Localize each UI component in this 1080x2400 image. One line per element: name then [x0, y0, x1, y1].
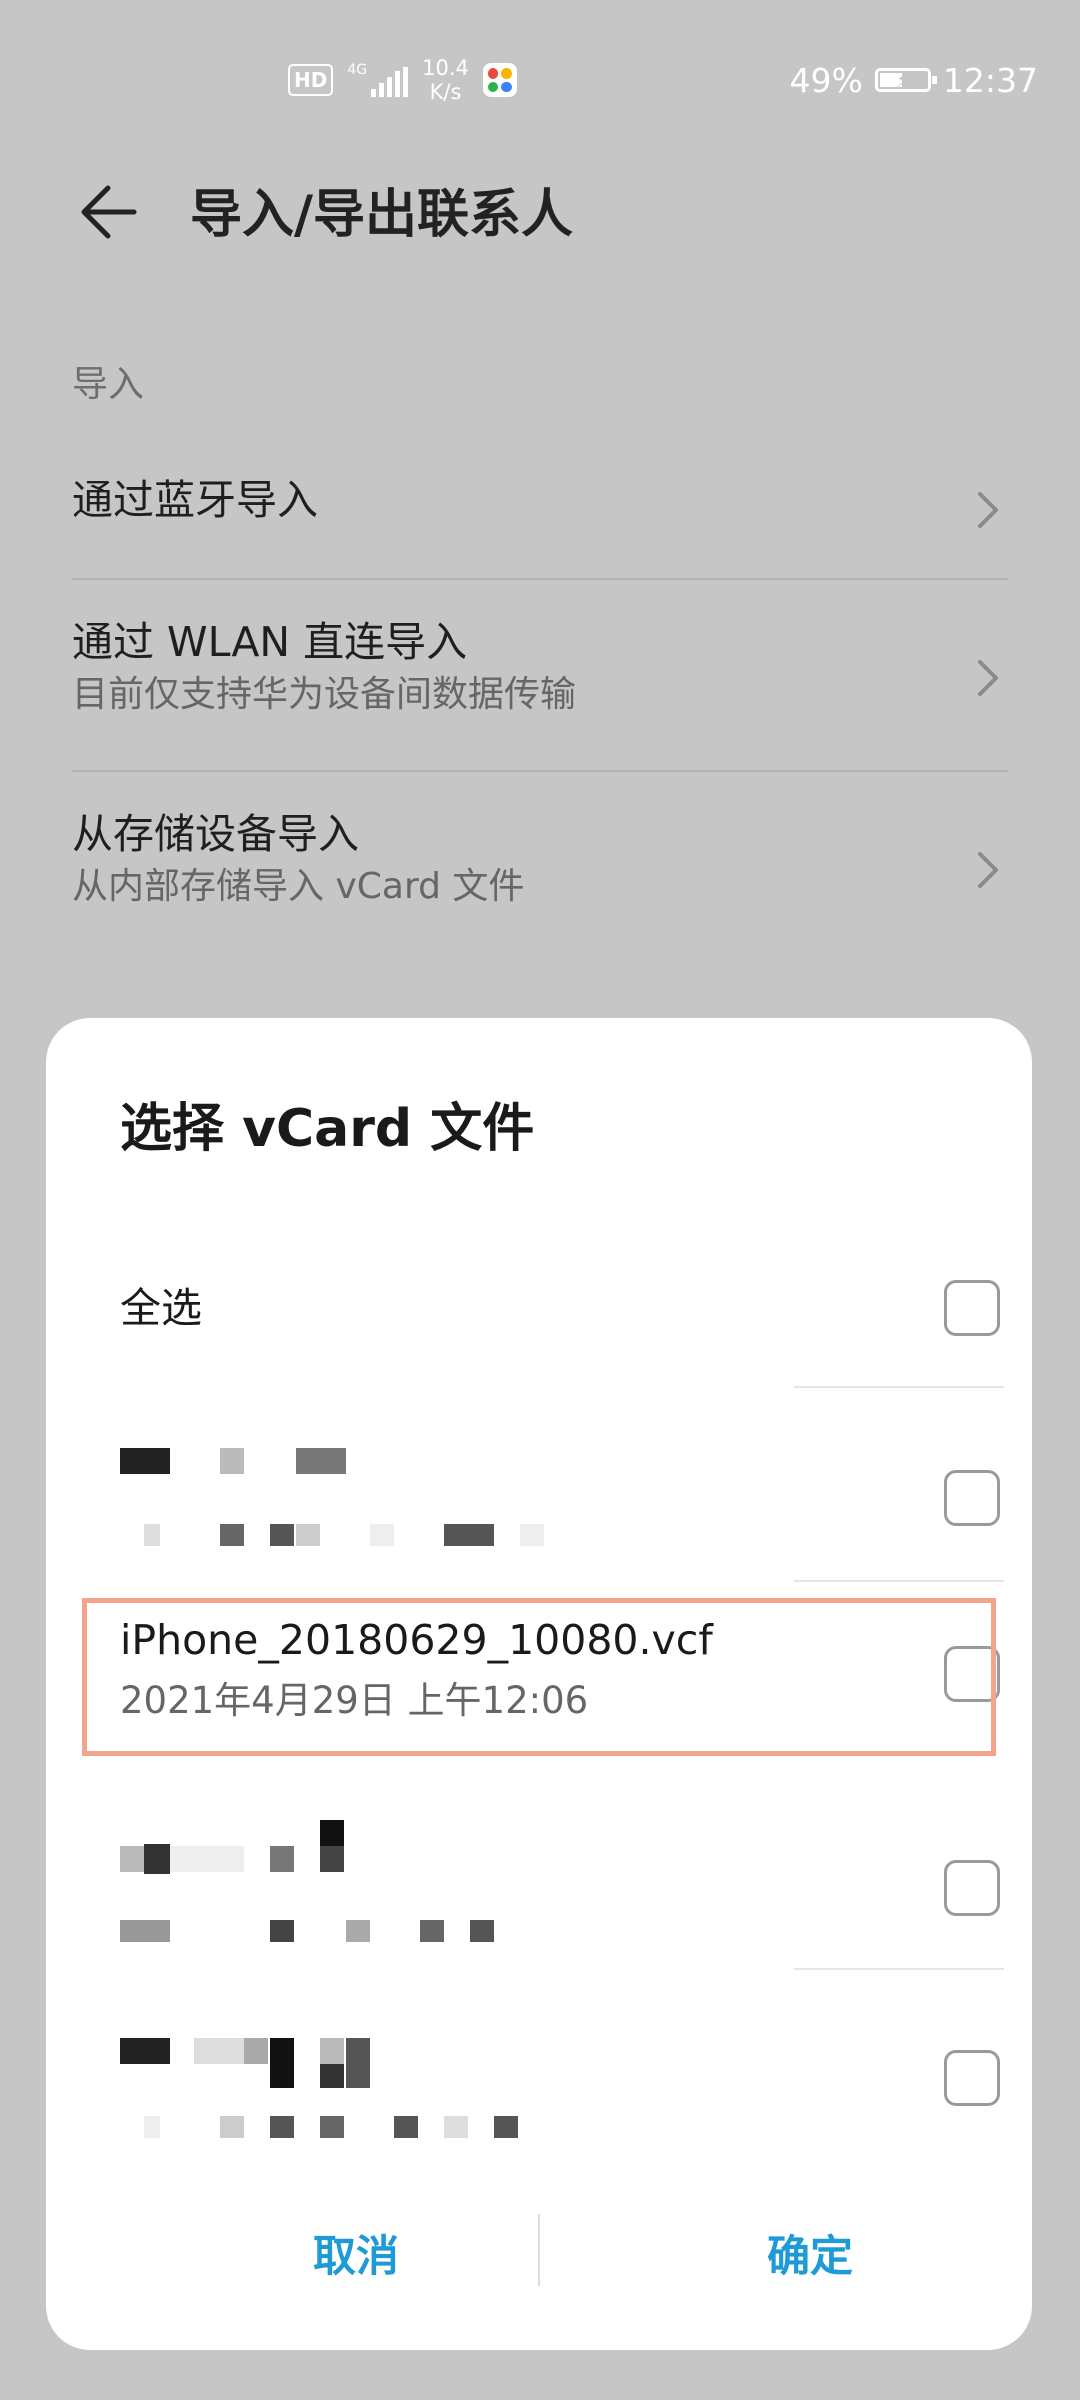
- import-via-wlan-direct[interactable]: 通过 WLAN 直连导入 目前仅支持华为设备间数据传输: [72, 614, 1008, 744]
- cancel-button[interactable]: 取消: [206, 2198, 506, 2308]
- select-all-checkbox[interactable]: [944, 1280, 1000, 1336]
- file-checkbox[interactable]: [944, 1860, 1000, 1916]
- back-button[interactable]: [68, 172, 148, 252]
- divider: [794, 1386, 1004, 1388]
- list-item-title: 通过蓝牙导入: [72, 476, 318, 524]
- battery-charging-icon: ⚡: [874, 68, 937, 92]
- list-item-title: 通过 WLAN 直连导入: [72, 618, 468, 666]
- network-type: 4G: [347, 62, 368, 78]
- cellular-signal-icon: 4G: [347, 62, 409, 97]
- select-all-row[interactable]: 全选: [120, 1258, 1000, 1358]
- speed-value: 10.4: [422, 56, 469, 80]
- redacted-file-info: [120, 1418, 680, 1546]
- redacted-file-info: [120, 1808, 680, 1942]
- page-title: 导入/导出联系人: [190, 185, 573, 245]
- file-row[interactable]: [120, 1998, 1000, 2148]
- list-item-title: 从存储设备导入: [72, 810, 359, 858]
- button-divider: [538, 2214, 540, 2286]
- file-row[interactable]: [120, 1808, 1000, 1958]
- file-row[interactable]: [120, 1418, 1000, 1568]
- list-item-subtitle: 从内部存储导入 vCard 文件: [72, 866, 525, 907]
- divider: [794, 1968, 1004, 1970]
- status-bar: HD 4G 10.4 K/s 49% ⚡ 12:37: [0, 0, 1080, 160]
- arrow-left-icon: [81, 185, 137, 239]
- speed-unit: K/s: [429, 80, 462, 104]
- confirm-button[interactable]: 确定: [660, 2198, 960, 2308]
- highlight-box: [82, 1598, 996, 1756]
- hd-badge: HD: [288, 64, 334, 96]
- dialog-title: 选择 vCard 文件: [120, 1099, 535, 1159]
- divider: [72, 578, 1008, 580]
- select-vcard-dialog: 选择 vCard 文件 全选 iPhone_20180629_10080.vcf…: [46, 1018, 1032, 2350]
- import-via-bluetooth[interactable]: 通过蓝牙导入: [72, 472, 1008, 546]
- divider: [794, 1580, 1004, 1582]
- file-checkbox[interactable]: [944, 1470, 1000, 1526]
- battery-percent: 49%: [789, 60, 863, 100]
- network-speed: 10.4 K/s: [422, 56, 469, 104]
- import-from-storage[interactable]: 从存储设备导入 从内部存储导入 vCard 文件: [72, 806, 1008, 936]
- section-header-import: 导入: [72, 364, 145, 405]
- app-notification-icon: [482, 63, 517, 97]
- file-checkbox[interactable]: [944, 2050, 1000, 2106]
- redacted-file-info: [120, 1998, 680, 2138]
- status-indicators: HD 4G 10.4 K/s: [288, 52, 517, 108]
- list-item-subtitle: 目前仅支持华为设备间数据传输: [72, 674, 577, 715]
- chevron-right-icon: [978, 492, 998, 528]
- status-right: 49% ⚡ 12:37: [790, 52, 1038, 108]
- divider: [72, 770, 1008, 772]
- chevron-right-icon: [978, 852, 998, 888]
- chevron-right-icon: [978, 660, 998, 696]
- dialog-actions: 取消 确定: [46, 2198, 1032, 2308]
- select-all-label: 全选: [120, 1284, 202, 1332]
- app-bar: 导入/导出联系人: [0, 160, 1080, 270]
- clock: 12:37: [942, 60, 1038, 100]
